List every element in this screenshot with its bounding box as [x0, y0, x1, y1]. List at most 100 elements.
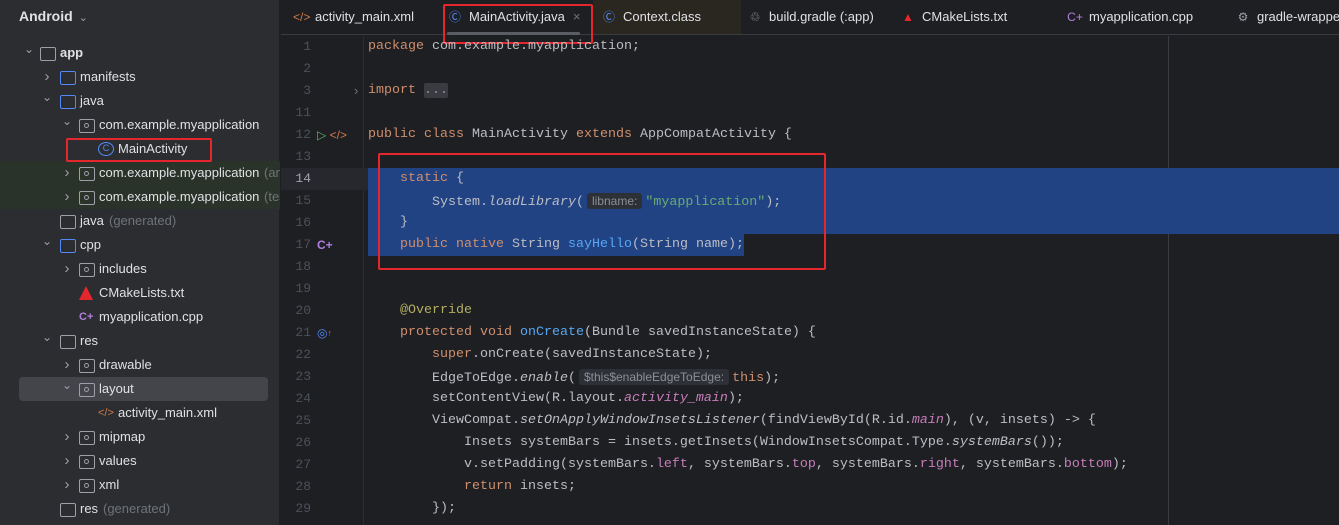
chevron-down-icon[interactable]: ⌄ [42, 89, 52, 109]
chevron-down-icon[interactable]: ⌄ [62, 113, 72, 133]
tree-item[interactable]: CMakeLists.txt [0, 281, 280, 305]
tab-label: build.gradle (:app) [769, 9, 874, 24]
chevron-right-icon[interactable]: › [62, 425, 72, 449]
fold-chevron-icon[interactable]: › [354, 80, 358, 102]
tab-label: Context.class [623, 9, 702, 24]
tree-item-label: myapplication.cpp [99, 309, 204, 324]
chevron-right-icon[interactable]: › [62, 257, 72, 281]
code-token: }); [368, 501, 456, 516]
tree-item[interactable]: res (generated) [0, 497, 280, 521]
package-icon [79, 455, 95, 469]
run-icon[interactable]: ▷ </> [317, 124, 347, 146]
tree-item-label: res [80, 333, 99, 348]
line-number: 19 [295, 281, 311, 296]
chevron-right-icon[interactable]: › [62, 473, 72, 497]
module-icon [40, 47, 56, 61]
tree-item[interactable]: ⌄ cpp [0, 233, 280, 257]
tree-item[interactable]: › com.example.myapplication (androidTest) [0, 161, 280, 185]
tab-label: myapplication.cpp [1089, 9, 1194, 24]
tab-myapplication-cpp[interactable]: C+ myapplication.cpp [1067, 0, 1193, 34]
tree-item[interactable]: ⌄ com.example.myapplication [0, 113, 280, 137]
tab-activity-main-xml[interactable]: </> activity_main.xml [293, 0, 414, 34]
project-view-label: Android [19, 8, 73, 24]
chevron-down-icon[interactable]: ⌄ [62, 377, 72, 397]
code-token: EdgeToEdge. [368, 371, 520, 386]
line-number: 1 [303, 39, 311, 54]
tab-build-gradle-app[interactable]: ♲ build.gradle (:app) [747, 0, 874, 34]
chevron-right-icon[interactable]: › [62, 185, 72, 209]
tree-item[interactable]: › manifests [0, 65, 280, 89]
tab-label: activity_main.xml [315, 9, 414, 24]
native-icon[interactable]: C+ [317, 234, 333, 256]
override-icon[interactable]: ◎↑ [317, 322, 332, 344]
line-number: 14 [295, 171, 311, 186]
tree-item[interactable]: ⌄ res [0, 329, 280, 353]
package-icon [79, 431, 95, 445]
res-folder-icon [60, 335, 76, 349]
chevron-right-icon[interactable]: › [62, 449, 72, 473]
tree-item-label: java [80, 93, 104, 108]
tree-item[interactable]: ⌄ layout [19, 377, 268, 401]
code-line: super.onCreate(savedInstanceState); [368, 344, 712, 366]
code-token: return [463, 479, 520, 494]
code-token: , systemBars. [959, 457, 1064, 472]
tree-item[interactable]: ⌄ app [0, 41, 280, 65]
code-token: protected void [400, 325, 520, 340]
tree-item[interactable]: java (generated) [0, 209, 280, 233]
folder-icon [60, 239, 76, 253]
line-number: 13 [295, 149, 311, 164]
code-token: (Bundle savedInstanceState) { [583, 325, 816, 340]
tree-item[interactable]: › com.example.myapplication (test) [0, 185, 280, 209]
code-token: this [732, 371, 765, 386]
cpp-icon: C+ [79, 311, 94, 323]
chevron-down-icon[interactable]: ⌄ [24, 41, 34, 61]
tree-item-label: com.example.myapplication [99, 189, 260, 204]
tab-label: gradle-wrapper.properties [1257, 9, 1339, 24]
tree-item[interactable]: C+ myapplication.cpp [0, 305, 280, 329]
project-view-selector[interactable]: Android ⌄ [19, 8, 88, 24]
chevron-right-icon[interactable]: › [42, 65, 52, 89]
highlight-box [378, 153, 826, 270]
tree-item[interactable]: ⌄ java [0, 89, 280, 113]
tab-gradle-wrapper-properties[interactable]: ⚙ gradle-wrapper.properties [1235, 0, 1339, 34]
tree-item[interactable]: › drawable [0, 353, 280, 377]
code-line: return insets; [368, 476, 576, 498]
code-line: v.setPadding(systemBars.left, systemBars… [368, 454, 1128, 476]
tab-context-class[interactable]: Ⓒ Context.class [593, 0, 742, 34]
tree-item[interactable]: </> activity_main.xml [0, 401, 280, 425]
code-token: (findViewById(R.id. [759, 413, 912, 428]
chevron-right-icon[interactable]: › [62, 161, 72, 185]
line-number: 20 [295, 303, 311, 318]
folder-icon [60, 95, 76, 109]
highlight-box [66, 138, 212, 162]
parameter-hint: $this$enableEdgeToEdge: [578, 369, 730, 385]
line-number: 22 [295, 347, 311, 362]
line-number: 18 [295, 259, 311, 274]
code-token: systemBars [951, 435, 1032, 450]
tab-cmakelists-txt[interactable]: ▲ CMakeLists.txt [900, 0, 1007, 34]
tree-item[interactable]: › xml [0, 473, 280, 497]
tree-item[interactable]: › includes [0, 257, 280, 281]
gradle-icon: ♲ [749, 10, 761, 24]
tree-item[interactable]: › mipmap [0, 425, 280, 449]
chevron-right-icon[interactable]: › [62, 353, 72, 377]
tree-item-suffix: (generated) [103, 501, 171, 516]
chevron-down-icon[interactable]: ⌄ [42, 233, 52, 253]
code-token: ()); [1031, 435, 1064, 450]
tree-item-label: CMakeLists.txt [99, 285, 185, 300]
code-line: EdgeToEdge.enable($this$enableEdgeToEdge… [368, 366, 780, 388]
tree-item[interactable]: › values [0, 449, 280, 473]
code-editor[interactable]: 1 package com.example.myapplication; 2 3 › im… [281, 36, 1339, 525]
tab-label: CMakeLists.txt [922, 9, 1008, 24]
folded-imports[interactable]: ... [424, 83, 448, 98]
line-number: 17 [295, 237, 311, 252]
chevron-down-icon[interactable]: ⌄ [42, 329, 52, 349]
tree-item-suffix: (test) [264, 189, 280, 204]
line-number: 25 [295, 413, 311, 428]
generated-folder-icon [60, 215, 76, 229]
line-number: 26 [295, 435, 311, 450]
tree-item-label: xml [99, 477, 120, 492]
cmake-icon: ▲ [902, 10, 914, 24]
